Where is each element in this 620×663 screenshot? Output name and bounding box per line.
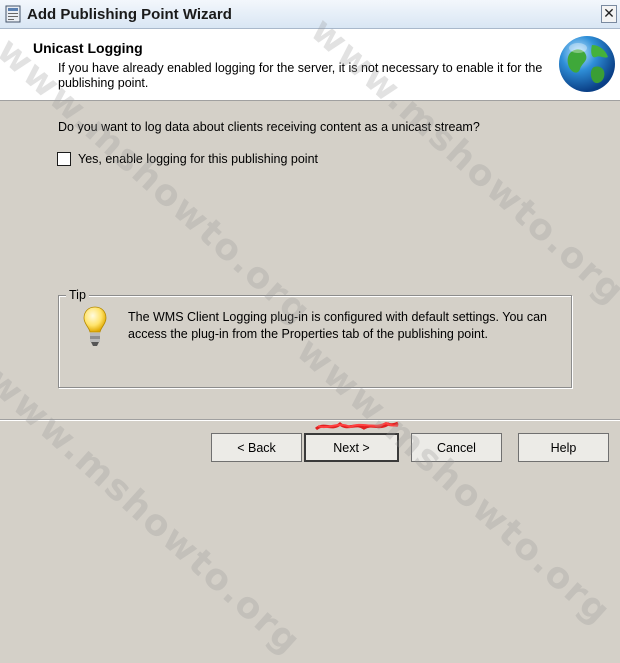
wizard-app-icon bbox=[5, 5, 21, 23]
title-bar: Add Publishing Point Wizard ✕ bbox=[0, 0, 620, 29]
enable-logging-label[interactable]: Yes, enable logging for this publishing … bbox=[78, 152, 318, 166]
page-title: Unicast Logging bbox=[33, 40, 143, 56]
window-title: Add Publishing Point Wizard bbox=[27, 6, 232, 23]
watermark-text: www.mshowto.org bbox=[0, 360, 309, 663]
globe-icon bbox=[559, 36, 615, 92]
help-button[interactable]: Help bbox=[518, 433, 609, 462]
close-button[interactable]: ✕ bbox=[601, 5, 617, 23]
cancel-button[interactable]: Cancel bbox=[411, 433, 502, 462]
next-button[interactable]: Next > bbox=[304, 433, 399, 462]
close-icon: ✕ bbox=[603, 5, 615, 21]
wizard-header: Unicast Logging If you have already enab… bbox=[0, 29, 620, 101]
button-divider bbox=[0, 419, 620, 421]
lightbulb-icon bbox=[83, 306, 107, 346]
tip-text: The WMS Client Logging plug-in is config… bbox=[128, 310, 547, 341]
enable-logging-checkbox[interactable] bbox=[57, 152, 71, 166]
tip-legend: Tip bbox=[66, 288, 89, 302]
red-scribble-mark bbox=[315, 421, 399, 431]
back-button[interactable]: < Back bbox=[211, 433, 302, 462]
page-subtitle: If you have already enabled logging for … bbox=[58, 61, 543, 90]
logging-question: Do you want to log data about clients re… bbox=[58, 120, 480, 134]
